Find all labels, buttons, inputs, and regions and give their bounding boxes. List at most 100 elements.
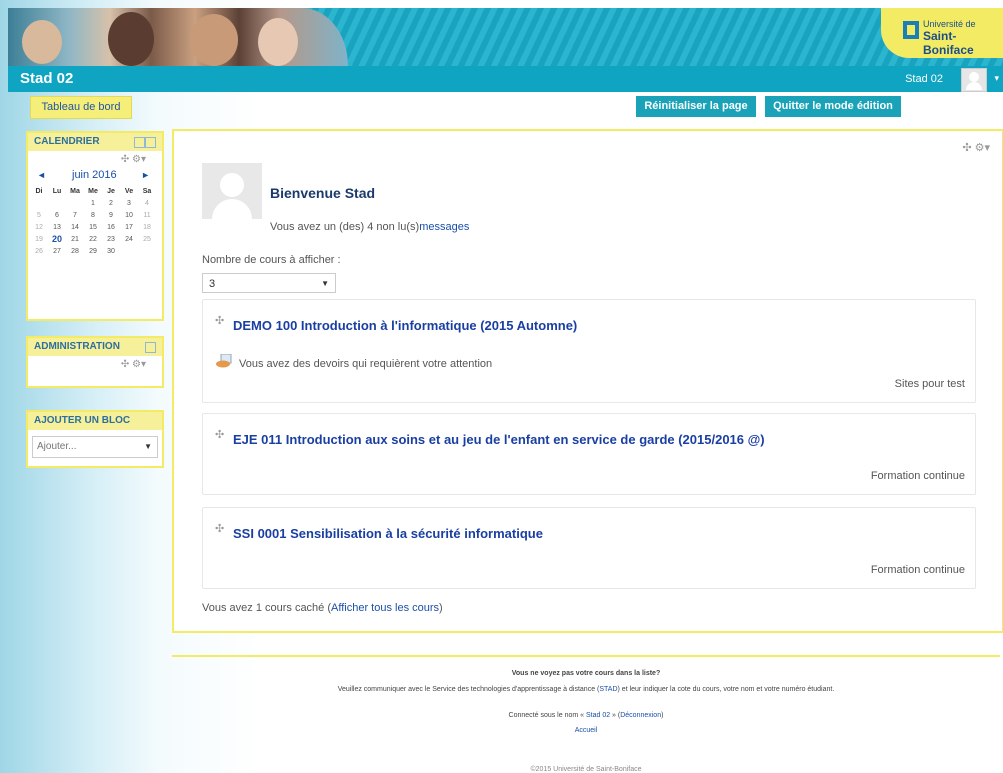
administration-block-header: ADMINISTRATION [28,338,162,356]
calendar-day[interactable]: 2 [102,197,120,209]
footer-divider [172,655,1000,657]
logged-suffix: ) [661,712,664,719]
calendar-day [66,197,84,209]
add-block-block: AJOUTER UN BLOC Ajouter... ▼ [26,410,164,468]
course-card: ✣ DEMO 100 Introduction à l'informatique… [202,299,976,403]
course-category: Formation continue [870,564,965,576]
calendar-day [48,197,66,209]
calendar-day[interactable]: 17 [120,221,138,233]
calendar-day[interactable]: 12 [30,221,48,233]
calendar-day[interactable]: 25 [138,233,156,245]
calendar-day[interactable]: 1 [84,197,102,209]
page-header: Université de Saint-Boniface Stad 02 Sta… [8,8,1003,92]
block-tools-icon[interactable]: ✣ ⚙▾ [962,141,990,154]
calendar-day[interactable]: 27 [48,245,66,257]
collapse-icon[interactable] [145,137,156,148]
footer-text-before: Veuillez communiquer avec le Service des… [337,686,600,693]
calendar-day[interactable]: 15 [84,221,102,233]
block-tools-icon[interactable]: ✣ ⚙▾ [28,153,162,167]
calendar-weekday: Ve [124,187,134,195]
calendar-weekday: Je [107,187,115,195]
dock-icon[interactable] [134,137,145,148]
calendar-day[interactable]: 19 [30,233,48,245]
course-title-link[interactable]: DEMO 100 Introduction à l'informatique (… [233,318,577,333]
footer-question: Vous ne voyez pas votre cours dans la li… [172,670,1000,677]
logged-in-info: Connecté sous le nom « Stad 02 » (Déconn… [172,712,1000,719]
block-tools-icon[interactable]: ✣ ⚙▾ [28,358,162,372]
calendar-week: 12 13 14 15 16 17 18 [30,221,156,233]
add-block-header: AJOUTER UN BLOC [28,412,162,430]
courses-count-select[interactable]: 3 ▼ [202,273,336,293]
stad-link[interactable]: STAD [599,686,617,693]
administration-block-title: ADMINISTRATION [34,341,120,352]
calendar-day[interactable]: 16 [102,221,120,233]
courses-count-value: 3 [209,278,216,290]
dock-icon[interactable] [145,342,156,353]
home-link[interactable]: Accueil [575,727,598,734]
logged-mid: » ( [610,712,621,719]
site-title[interactable]: Stad 02 [20,70,73,87]
next-month-icon[interactable]: ► [141,170,150,180]
calendar-day[interactable]: 23 [102,233,120,245]
calendar-day[interactable]: 11 [138,209,156,221]
move-icon[interactable]: ✣ [215,314,224,327]
show-all-courses-link[interactable]: Afficher tous les cours [331,602,439,614]
add-block-select[interactable]: Ajouter... ▼ [32,436,158,458]
main-content: ✣ ⚙▾ Bienvenue Stad Vous avez un (des) 4… [172,129,1003,633]
calendar-block-title: CALENDRIER [34,136,100,147]
calendar-day[interactable]: 28 [66,245,84,257]
calendar-block-header: CALENDRIER [28,133,162,151]
course-title-link[interactable]: SSI 0001 Sensibilisation à la sécurité i… [233,526,543,541]
hidden-courses-text: Vous avez 1 cours caché (Afficher tous l… [202,602,443,614]
logout-link[interactable]: Déconnexion [620,712,661,719]
quit-edit-mode-button[interactable]: Quitter le mode édition [765,96,901,117]
user-menu-caret-icon[interactable]: ▾ [994,73,999,84]
calendar-day[interactable]: 24 [120,233,138,245]
calendar-day[interactable]: 21 [66,233,84,245]
calendar-day[interactable]: 5 [30,209,48,221]
calendar-day[interactable]: 8 [84,209,102,221]
calendar-month[interactable]: juin 2016 [72,169,117,181]
calendar-day[interactable]: 26 [30,245,48,257]
calendar-day[interactable]: 14 [66,221,84,233]
calendar-weekday: Di [35,187,43,195]
university-logo[interactable]: Université de Saint-Boniface [881,8,1003,58]
calendar-day[interactable]: 29 [84,245,102,257]
calendar-day [30,197,48,209]
dashboard-breadcrumb[interactable]: Tableau de bord [30,96,132,119]
messages-link[interactable]: messages [419,221,469,233]
calendar-day[interactable]: 3 [120,197,138,209]
course-title-link[interactable]: EJE 011 Introduction aux soins et au jeu… [233,432,765,447]
logged-user-link[interactable]: Stad 02 [586,712,610,719]
reset-page-button[interactable]: Réinitialiser la page [636,96,756,117]
prev-month-icon[interactable]: ◄ [37,170,46,180]
calendar-day[interactable]: 7 [66,209,84,221]
calendar-day[interactable]: 4 [138,197,156,209]
course-card: ✣ SSI 0001 Sensibilisation à la sécurité… [202,507,976,589]
calendar-day[interactable]: 18 [138,221,156,233]
navbar: Stad 02 Stad 02 ▾ [8,66,1003,92]
calendar-day[interactable]: 6 [48,209,66,221]
calendar-week: 5 6 7 8 9 10 11 [30,209,156,221]
calendar-day[interactable]: 22 [84,233,102,245]
calendar-day [138,245,156,257]
move-icon[interactable]: ✣ [215,428,224,441]
header-photo [8,8,348,66]
footer-question-text: Vous ne voyez pas votre cours dans la li… [511,670,661,677]
move-icon[interactable]: ✣ [215,522,224,535]
unread-messages-text: Vous avez un (des) 4 non lu(s)messages [270,221,469,233]
calendar-day[interactable]: 9 [102,209,120,221]
calendar-weekday: Ma [70,187,80,195]
user-avatar[interactable] [961,68,987,92]
calendar-week: 26 27 28 29 30 [30,245,156,257]
calendar-day[interactable]: 30 [102,245,120,257]
user-menu-name[interactable]: Stad 02 [905,73,943,85]
user-picture[interactable] [202,163,262,219]
footer-text-after: ) et leur indiquer la cote du cours, vot… [617,686,835,693]
calendar-day[interactable]: 20 [48,233,66,245]
calendar-day[interactable]: 13 [48,221,66,233]
hidden-courses-suffix: ) [439,602,443,614]
administration-block: ADMINISTRATION ✣ ⚙▾ [26,336,164,388]
assignment-icon [216,354,232,368]
calendar-day[interactable]: 10 [120,209,138,221]
